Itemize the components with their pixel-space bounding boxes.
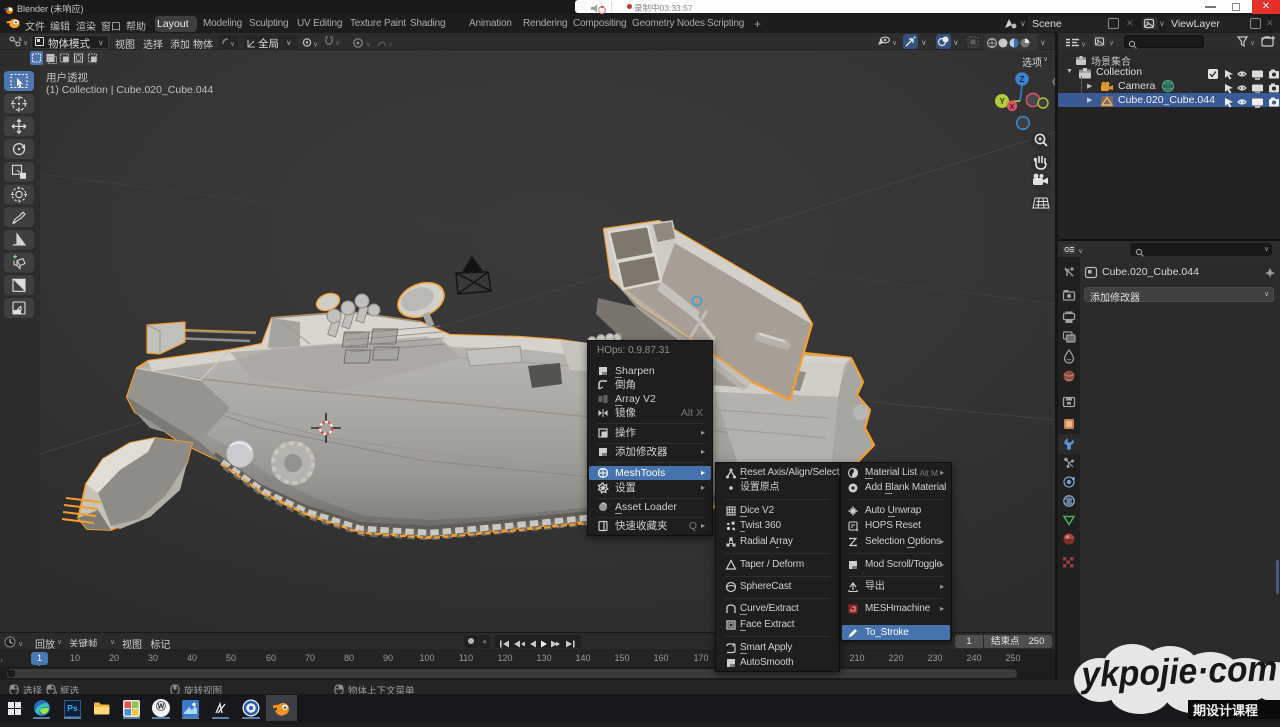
svg-text:∨: ∨ [1250,40,1255,47]
svg-text:∨: ∨ [1081,42,1086,49]
svg-text:∨: ∨ [230,41,235,48]
svg-text:Y: Y [1000,97,1006,106]
svg-text:∨: ∨ [366,42,371,49]
svg-text:X: X [1010,104,1015,111]
svg-text:∨: ∨ [23,40,28,47]
svg-text:∨: ∨ [388,42,392,49]
svg-text:∨: ∨ [313,42,318,49]
svg-text:Z: Z [1020,75,1025,84]
svg-text:期设计课程: 期设计课程 [1193,703,1258,718]
svg-text:∨: ∨ [892,40,897,47]
svg-text:∨: ∨ [1078,248,1083,255]
svg-text:∨: ∨ [1109,40,1114,47]
svg-text:ykpojie·com: ykpojie·com [1079,647,1278,695]
svg-text:∨: ∨ [18,641,23,648]
svg-text:∨: ∨ [335,40,340,47]
